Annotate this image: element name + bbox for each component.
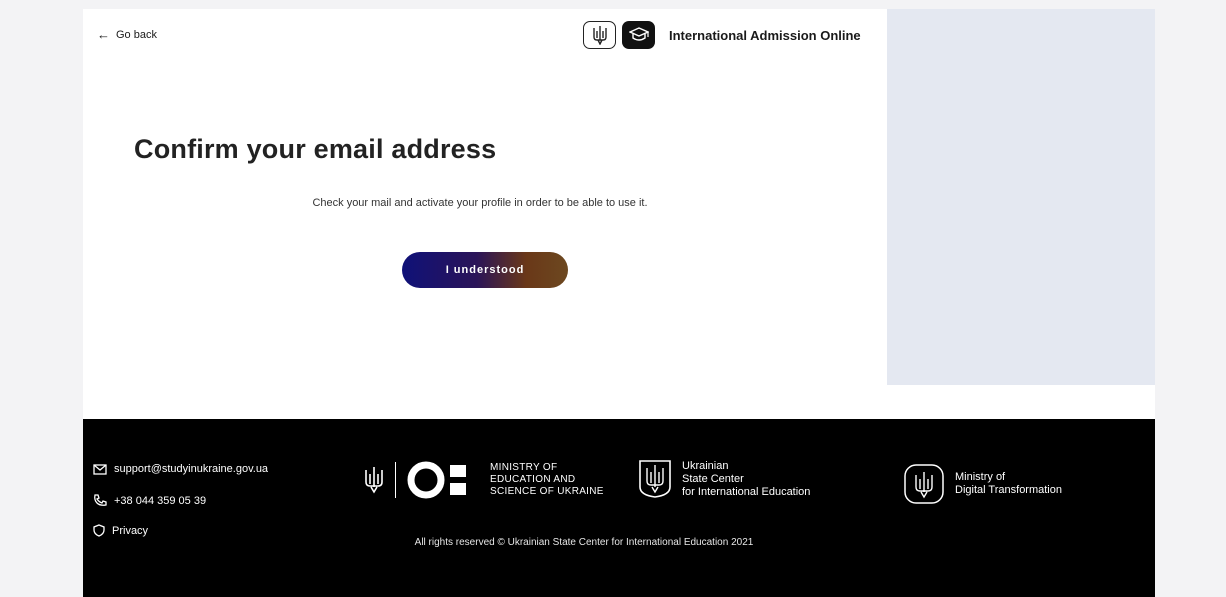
footer-phone[interactable]: +38 044 359 05 39 (93, 494, 206, 507)
ministry-education-line: SCIENCE OF UKRAINE (490, 486, 604, 497)
privacy-label: Privacy (112, 524, 149, 537)
mon-logo-icon (407, 461, 466, 499)
ministry-education-text: MINISTRY OF EDUCATION AND SCIENCE OF UKR… (490, 462, 604, 498)
ministry-education-line: EDUCATION AND (490, 474, 576, 485)
ministry-education-logo: MINISTRY OF EDUCATION AND SCIENCE OF UKR… (363, 460, 604, 500)
digital-ministry-line: Ministry of (955, 471, 1006, 483)
trident-icon (904, 464, 944, 504)
phone-icon (94, 494, 107, 506)
copyright-text: All rights reserved © Ukrainian State Ce… (414, 537, 754, 548)
footer: support@studyinukraine.gov.ua +38 044 35… (83, 419, 1155, 597)
state-center-line: State Center (682, 472, 744, 485)
state-center-text: Ukrainian State Center for International… (682, 460, 810, 499)
footer-privacy-link[interactable]: Privacy (93, 524, 148, 537)
logo-separator (395, 462, 396, 498)
go-back-label: Go back (116, 28, 157, 41)
brand-title: International Admission Online (669, 27, 861, 43)
side-panel-bottom (887, 385, 1155, 419)
side-panel (887, 9, 1155, 385)
trident-shield-icon (639, 460, 671, 498)
understood-button[interactable]: I understood (402, 252, 568, 288)
state-center-line: for International Education (682, 485, 811, 498)
mail-icon (93, 463, 107, 475)
arrow-left-icon: ← (97, 27, 110, 42)
footer-email[interactable]: support@studyinukraine.gov.ua (93, 463, 268, 475)
brand-header: International Admission Online (583, 21, 861, 49)
digital-ministry-text: Ministry of Digital Transformation (955, 471, 1062, 497)
shield-icon (93, 524, 105, 537)
page-subtitle: Check your mail and activate your profil… (312, 197, 648, 209)
trident-icon (365, 467, 383, 494)
page-title: Confirm your email address (134, 134, 497, 164)
state-center-logo: Ukrainian State Center for International… (638, 459, 810, 499)
phone-text: +38 044 359 05 39 (114, 494, 207, 507)
ministry-education-line: MINISTRY OF (490, 462, 558, 473)
digital-ministry-line: Digital Transformation (955, 484, 1062, 496)
go-back-link[interactable]: ← Go back (97, 28, 157, 41)
graduation-cap-icon (622, 21, 655, 49)
digital-ministry-logo: Ministry of Digital Transformation (903, 463, 1062, 505)
state-center-line: Ukrainian (682, 459, 729, 472)
email-text: support@studyinukraine.gov.ua (114, 463, 269, 475)
page-background (0, 0, 1226, 9)
main-panel: ← Go back International Admission Online… (83, 9, 887, 419)
trident-icon (583, 21, 616, 49)
